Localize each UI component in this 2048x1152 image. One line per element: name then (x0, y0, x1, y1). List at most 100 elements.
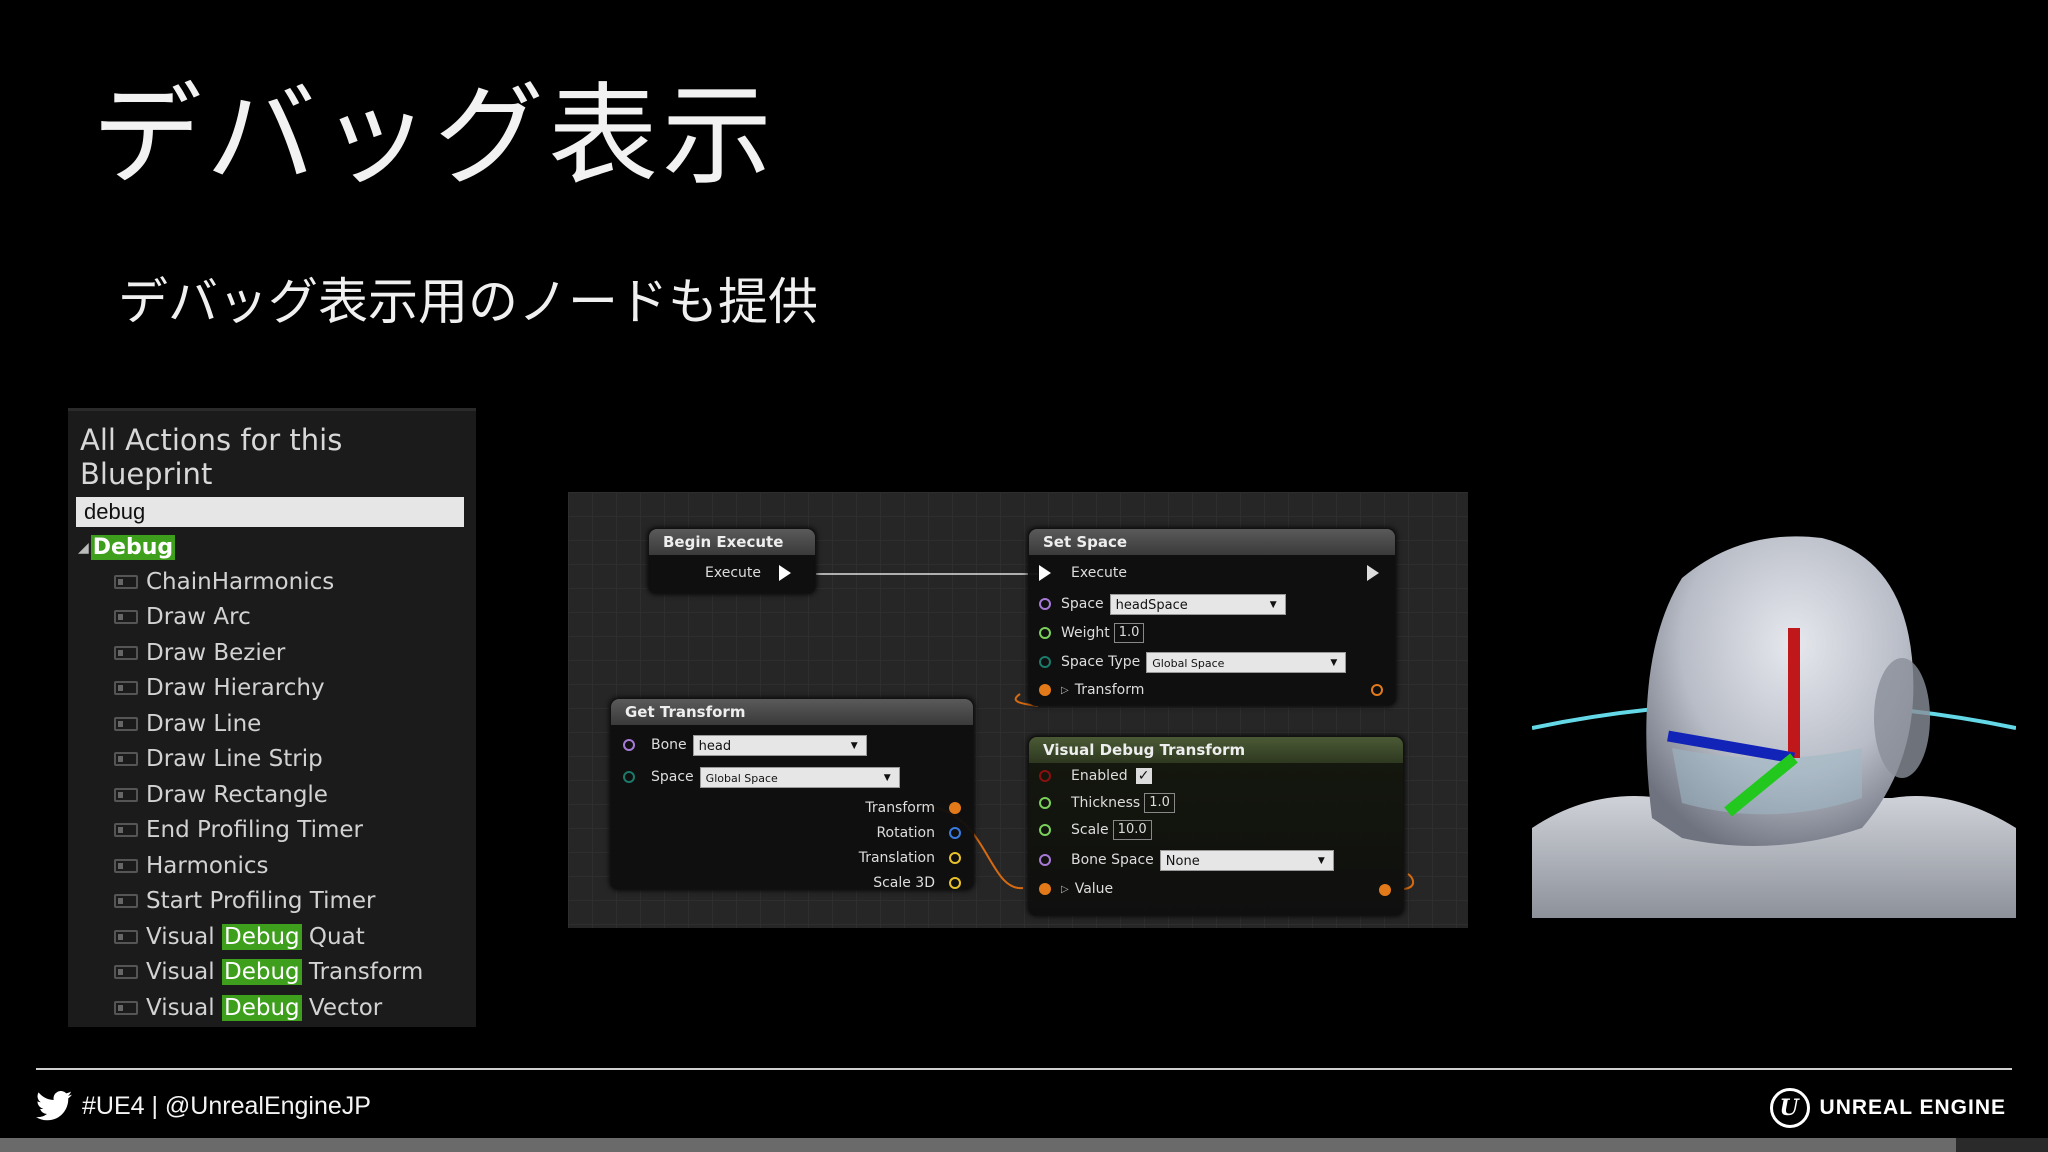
all-actions-panel: All Actions for this Blueprint ◢ Debug C… (68, 408, 476, 1027)
function-node-icon (114, 858, 138, 873)
space-type-dropdown[interactable]: Global Space (1146, 651, 1347, 674)
output-row: Transform (865, 797, 961, 819)
expand-arrow-icon[interactable]: ▷ (1061, 685, 1069, 696)
bone-space-label: Bone Space (1071, 852, 1154, 868)
space-type-label: Space Type (1061, 654, 1141, 670)
exec-out-pin-icon[interactable] (779, 565, 791, 581)
space-dropdown[interactable]: headSpace (1109, 593, 1286, 616)
category-debug[interactable]: ◢ Debug (78, 535, 476, 560)
thickness-pin-icon[interactable] (1039, 797, 1051, 809)
weight-field[interactable]: 1.0 (1113, 623, 1145, 643)
action-item-label: Draw Rectangle (146, 781, 328, 808)
space-pin-icon[interactable] (623, 771, 635, 783)
action-item-label: Draw Hierarchy (146, 675, 325, 702)
transform-pin-icon[interactable] (1039, 684, 1051, 696)
scale-pin-icon[interactable] (1039, 824, 1051, 836)
action-item[interactable]: Visual Debug Transform (68, 955, 476, 991)
transform-out-pin-icon[interactable] (1371, 684, 1383, 696)
exec-out-pin-icon[interactable] (1367, 565, 1379, 581)
action-item[interactable]: Start Profiling Timer (68, 884, 476, 920)
action-item[interactable]: Draw Hierarchy (68, 671, 476, 707)
category-label: Debug (90, 535, 176, 560)
action-item[interactable]: Harmonics (68, 848, 476, 884)
action-item[interactable]: Visual Debug Vector (68, 990, 476, 1026)
bone-space-dropdown[interactable]: None (1159, 849, 1334, 872)
action-item-label: Draw Line (146, 710, 262, 737)
enabled-pin-icon[interactable] (1039, 770, 1051, 782)
node-get-transform[interactable]: Get Transform Bone head Space Global Spa… (610, 698, 974, 891)
action-item-label: ChainHarmonics (146, 568, 335, 595)
action-item-label: Start Profiling Timer (146, 888, 376, 915)
action-item[interactable]: Draw Line Strip (68, 742, 476, 778)
node-title: Begin Execute (649, 529, 815, 555)
weight-pin-icon[interactable] (1039, 627, 1051, 639)
value-pin-icon[interactable] (1039, 883, 1051, 895)
output-row: Translation (859, 847, 961, 869)
twitter-bird-icon (36, 1091, 72, 1121)
slide-title: デバッグ表示 (92, 72, 776, 200)
function-node-icon (114, 574, 138, 589)
action-item-label-suffix: Quat (301, 923, 365, 950)
function-node-icon (114, 645, 138, 660)
actions-search-input[interactable] (76, 497, 464, 527)
action-item[interactable]: Draw Rectangle (68, 777, 476, 813)
action-item[interactable]: Visual Debug Quat (68, 919, 476, 955)
enabled-checkbox[interactable]: ✓ (1135, 768, 1152, 784)
output-row: Scale 3D (873, 872, 961, 894)
footer-divider (36, 1068, 2012, 1070)
action-item-label-suffix: Transform (301, 959, 424, 986)
function-node-icon (114, 929, 138, 944)
transform-label: Transform (1074, 682, 1145, 698)
space-label: Space (651, 769, 694, 785)
enabled-label: Enabled (1071, 768, 1128, 784)
action-item[interactable]: Draw Line (68, 706, 476, 742)
node-set-space[interactable]: Set Space Execute Space headSpace Weight… (1028, 528, 1396, 706)
node-title: Visual Debug Transform (1029, 737, 1403, 763)
exec-in-pin-icon[interactable] (1039, 565, 1051, 581)
function-node-icon (114, 752, 138, 767)
action-item-label-suffix: Vector (301, 994, 383, 1021)
node-visual-debug-transform[interactable]: Visual Debug Transform Enabled ✓ Thickne… (1028, 736, 1404, 916)
action-item-label: Harmonics (146, 852, 269, 879)
action-item[interactable]: Draw Arc (68, 600, 476, 636)
bone-space-pin-icon[interactable] (1039, 854, 1051, 866)
action-item-label: Draw Arc (146, 604, 251, 631)
output-pin-icon[interactable] (949, 802, 961, 814)
function-node-icon (114, 787, 138, 802)
action-item[interactable]: End Profiling Timer (68, 813, 476, 849)
expand-triangle-icon[interactable]: ◢ (78, 540, 89, 556)
action-item[interactable]: ChainHarmonics (68, 564, 476, 600)
action-item[interactable]: Draw Bezier (68, 635, 476, 671)
function-node-icon (114, 610, 138, 625)
output-pin-icon[interactable] (949, 877, 961, 889)
blueprint-graph[interactable]: Begin Execute Execute Set Space Execute … (568, 492, 1468, 928)
node-begin-execute[interactable]: Begin Execute Execute (648, 528, 816, 594)
value-out-pin-icon[interactable] (1379, 884, 1391, 896)
unreal-engine-brand: U UNREAL ENGINE (1769, 1088, 2006, 1128)
function-node-icon (114, 823, 138, 838)
search-match-highlight: Debug (221, 994, 302, 1021)
thickness-label: Thickness (1071, 795, 1141, 811)
bone-label: Bone (651, 737, 687, 753)
space-label: Space (1061, 596, 1104, 612)
expand-arrow-icon[interactable]: ▷ (1061, 884, 1069, 895)
execute-label: Execute (705, 565, 761, 581)
space-pin-icon[interactable] (1039, 598, 1051, 610)
thickness-field[interactable]: 1.0 (1144, 793, 1175, 813)
space-type-pin-icon[interactable] (1039, 656, 1051, 668)
social-handle: #UE4 | @UnrealEngineJP (82, 1091, 371, 1120)
footer-social: #UE4 | @UnrealEngineJP (36, 1091, 371, 1121)
actions-panel-header: All Actions for this Blueprint (80, 423, 343, 491)
bone-dropdown[interactable]: head (692, 734, 867, 757)
space-dropdown[interactable]: Global Space (699, 766, 900, 789)
viewport-character-preview (1532, 528, 2016, 918)
output-pin-icon[interactable] (949, 852, 961, 864)
output-pin-icon[interactable] (949, 827, 961, 839)
output-row: Rotation (876, 822, 961, 844)
function-node-icon (114, 965, 138, 980)
scale-field[interactable]: 10.0 (1112, 820, 1152, 840)
bone-pin-icon[interactable] (623, 739, 635, 751)
node-title: Get Transform (611, 699, 973, 725)
unreal-engine-logo-icon: U (1769, 1088, 1810, 1128)
brand-name: UNREAL ENGINE (1819, 1096, 2006, 1119)
